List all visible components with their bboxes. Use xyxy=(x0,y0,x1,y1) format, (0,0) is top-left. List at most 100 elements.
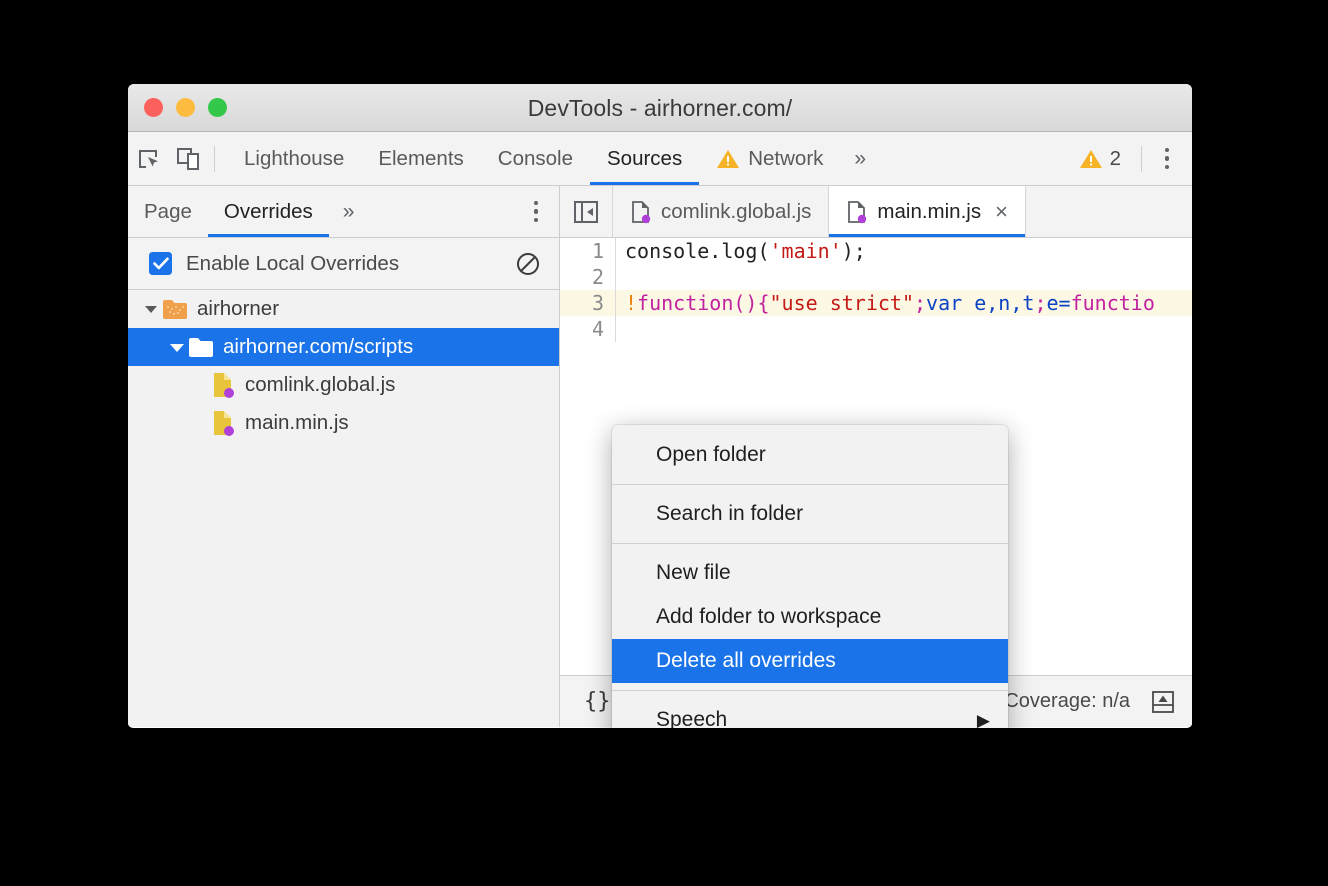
code-token: ! xyxy=(625,291,637,315)
code-token: e,n,t xyxy=(974,291,1034,315)
window-titlebar: DevTools - airhorner.com/ xyxy=(128,84,1192,132)
tab-console[interactable]: Console xyxy=(481,132,590,185)
line-number: 3 xyxy=(560,290,616,316)
code-token: functio xyxy=(1071,291,1155,315)
tree-row-label: airhorner xyxy=(197,299,279,320)
submenu-arrow-icon: ▶ xyxy=(977,712,990,729)
editor-tab-label: comlink.global.js xyxy=(661,200,811,224)
navigator-sidebar: Page Overrides » Enable Lo xyxy=(128,186,560,727)
navigator-tabs-right-group xyxy=(521,192,559,232)
tree-row-airhorner[interactable]: airhorner xyxy=(128,290,559,328)
sidebar-tab-label: Page xyxy=(144,200,192,224)
editor-tab-comlink-global-js[interactable]: comlink.global.js xyxy=(613,186,829,237)
enable-overrides-row: Enable Local Overrides xyxy=(128,238,559,290)
window-title: DevTools - airhorner.com/ xyxy=(128,95,1192,122)
coverage-label: Coverage: n/a xyxy=(1004,690,1130,713)
collapse-sidebar-icon[interactable] xyxy=(560,186,613,237)
code-line: 2 xyxy=(560,264,1192,290)
code-token: 'main' xyxy=(770,239,842,263)
line-number: 4 xyxy=(560,316,616,342)
tab-sources[interactable]: Sources xyxy=(590,132,699,185)
code-line: 3 !function(){"use strict";var e,n,t;e=f… xyxy=(560,290,1192,316)
code-token: var xyxy=(926,291,962,315)
device-toolbar-icon[interactable] xyxy=(168,139,208,179)
sidebar-tab-page[interactable]: Page xyxy=(128,186,208,237)
code-token xyxy=(962,291,974,315)
menu-separator xyxy=(612,543,1008,544)
more-navigator-tabs-button[interactable]: » xyxy=(329,200,369,224)
tab-label: Network xyxy=(748,147,823,171)
devtools-main-toolbar: Lighthouse Elements Console Sources Netw… xyxy=(128,132,1192,186)
menu-separator xyxy=(612,484,1008,485)
clear-configuration-icon[interactable] xyxy=(513,249,543,279)
enable-local-overrides-label: Enable Local Overrides xyxy=(186,252,399,276)
enable-local-overrides-checkbox[interactable] xyxy=(149,252,172,275)
code-line: 1 console.log('main'); xyxy=(560,238,1192,264)
menu-item-label: Delete all overrides xyxy=(656,649,836,673)
toolbar-divider xyxy=(214,146,215,172)
js-file-override-icon xyxy=(210,410,236,436)
menu-separator xyxy=(612,690,1008,691)
warning-triangle-icon xyxy=(716,148,740,170)
code-token: console.log( xyxy=(625,239,770,263)
line-content: !function(){"use strict";var e,n,t;e=fun… xyxy=(616,290,1155,316)
sidebar-tab-overrides[interactable]: Overrides xyxy=(208,186,329,237)
code-token: ); xyxy=(842,239,866,263)
js-file-override-icon xyxy=(210,372,236,398)
tree-row-label: main.min.js xyxy=(245,413,349,434)
code-token: "use strict" xyxy=(770,291,915,315)
tab-elements[interactable]: Elements xyxy=(361,132,480,185)
tab-lighthouse[interactable]: Lighthouse xyxy=(227,132,361,185)
tab-network[interactable]: Network xyxy=(699,132,840,185)
editor-tab-label: main.min.js xyxy=(877,200,981,224)
js-file-override-icon xyxy=(846,200,868,224)
more-panels-button[interactable]: » xyxy=(840,147,880,171)
chevron-down-icon[interactable] xyxy=(166,328,188,366)
menu-item-add-folder-to-workspace[interactable]: Add folder to workspace xyxy=(612,595,1008,639)
context-menu: Open folder Search in folder New file Ad… xyxy=(612,425,1008,728)
editor-tab-main-min-js[interactable]: main.min.js × xyxy=(829,186,1026,237)
line-number: 1 xyxy=(560,238,616,264)
navigator-tab-strip: Page Overrides » xyxy=(128,186,559,238)
chevron-down-icon[interactable] xyxy=(140,290,162,328)
toolbar-right-group: 2 xyxy=(1069,139,1192,179)
warning-count-label: 2 xyxy=(1110,147,1121,171)
menu-item-new-file[interactable]: New file xyxy=(612,551,1008,595)
tree-row-comlink-global-js[interactable]: comlink.global.js xyxy=(128,366,559,404)
sidebar-tab-label: Overrides xyxy=(224,200,313,224)
tree-row-label: airhorner.com/scripts xyxy=(223,337,413,358)
show-drawer-icon[interactable] xyxy=(1148,687,1178,717)
menu-item-label: Open folder xyxy=(656,443,766,467)
code-line: 4 xyxy=(560,316,1192,342)
tab-label: Lighthouse xyxy=(244,147,344,171)
line-content: console.log('main'); xyxy=(616,238,866,264)
close-tab-icon[interactable]: × xyxy=(995,201,1008,223)
warning-count-badge[interactable]: 2 xyxy=(1069,147,1131,171)
override-file-tree: airhorner airhorner.com/scripts xyxy=(128,290,559,442)
menu-item-label: New file xyxy=(656,561,731,585)
menu-item-delete-all-overrides[interactable]: Delete all overrides xyxy=(612,639,1008,683)
devtools-window: DevTools - airhorner.com/ Lighthouse Ele… xyxy=(128,84,1192,728)
line-number: 2 xyxy=(560,264,616,290)
code-token: ; xyxy=(1034,291,1046,315)
warning-triangle-icon xyxy=(1079,148,1103,170)
code-token: e= xyxy=(1046,291,1070,315)
editor-tab-strip: comlink.global.js main.min.js × xyxy=(560,186,1192,238)
menu-item-search-in-folder[interactable]: Search in folder xyxy=(612,492,1008,536)
menu-item-label: Speech xyxy=(656,708,727,728)
tree-row-airhorner-com-scripts[interactable]: airhorner.com/scripts xyxy=(128,328,559,366)
menu-item-label: Search in folder xyxy=(656,502,803,526)
toolbar-divider xyxy=(1141,146,1142,172)
main-menu-kebab-icon[interactable] xyxy=(1152,139,1182,179)
navigator-menu-kebab-icon[interactable] xyxy=(521,192,551,232)
folder-white-icon xyxy=(188,334,214,360)
menu-item-speech[interactable]: Speech ▶ xyxy=(612,698,1008,728)
tree-row-main-min-js[interactable]: main.min.js xyxy=(128,404,559,442)
code-token: function(){ xyxy=(637,291,769,315)
pretty-print-icon[interactable]: {} xyxy=(578,689,617,714)
menu-item-open-folder[interactable]: Open folder xyxy=(612,433,1008,477)
inspect-element-icon[interactable] xyxy=(128,139,168,179)
folder-orange-icon xyxy=(162,296,188,322)
menu-item-label: Add folder to workspace xyxy=(656,605,881,629)
tab-label: Sources xyxy=(607,147,682,171)
